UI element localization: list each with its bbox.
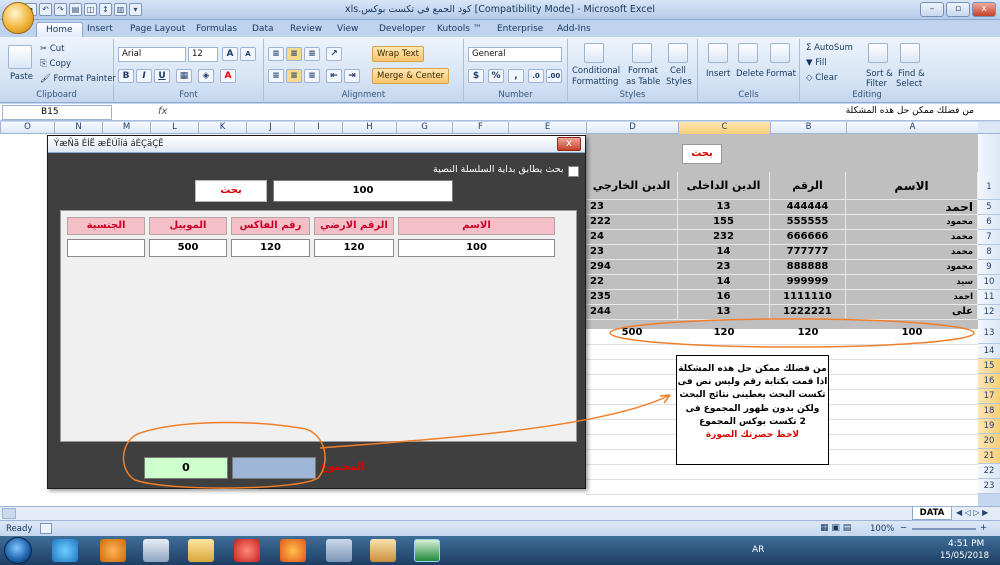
firefox-icon[interactable] [280, 539, 306, 562]
clock-time[interactable]: 4:51 PM [948, 539, 984, 549]
zoom-level: 100% [870, 524, 895, 534]
sheet-tabs-bar: DATA ◀ ◁ ▷ ▶ [0, 506, 1000, 520]
app-icon[interactable] [234, 539, 260, 562]
note-line: اذا قمت بكتابة رقم وليس نص فى [677, 377, 828, 388]
view-buttons-icon[interactable]: ▦ ▣ ▤ [820, 523, 851, 533]
explorer-icon[interactable] [188, 539, 214, 562]
note-textbox: من فضلك ممكن حل هذه المشكلة اذا قمت بكتا… [676, 355, 829, 465]
clock-date[interactable]: 15/05/2018 [940, 551, 989, 561]
macro-record-icon[interactable] [40, 523, 52, 534]
note-line: من فضلك ممكن حل هذه المشكلة [678, 364, 827, 374]
new-sheet-icon[interactable] [2, 508, 16, 519]
status-ready: Ready [6, 524, 33, 534]
highlight-oval-total [122, 421, 326, 489]
zoom-out-button[interactable]: − [900, 523, 907, 533]
zoom-slider[interactable] [912, 528, 976, 530]
excel-icon[interactable] [414, 539, 440, 562]
internet-explorer-icon[interactable] [52, 539, 78, 562]
note-line: ولكن بدون ظهور المجموع فى [685, 403, 820, 414]
sheet-tab-data[interactable]: DATA [912, 507, 952, 520]
highlight-oval-results [609, 318, 975, 348]
sheet-nav-icon[interactable]: ◀ ◁ ▷ ▶ [956, 508, 996, 519]
zoom-in-button[interactable]: + [980, 523, 987, 533]
folder-icon[interactable] [370, 539, 396, 562]
office-button[interactable] [2, 2, 34, 34]
status-bar: Ready ▦ ▣ ▤ 100% − + [0, 520, 1000, 536]
annotation-arrow [319, 394, 671, 449]
note-line: تكست البحث يعطينى نتائج البحث [679, 390, 826, 401]
start-button[interactable] [4, 537, 32, 564]
note-red-line: لاحظ حضرتك الصورة [705, 430, 800, 441]
annotation-overlay [122, 318, 975, 489]
media-icon[interactable] [100, 539, 126, 562]
note-line: 2 تكست بوكس المجموع [699, 416, 806, 427]
network-icon[interactable] [143, 539, 169, 562]
windows-taskbar: AR 4:51 PM 15/05/2018 [0, 536, 1000, 565]
language-indicator[interactable]: AR [752, 545, 764, 555]
window-icon[interactable] [326, 539, 352, 562]
